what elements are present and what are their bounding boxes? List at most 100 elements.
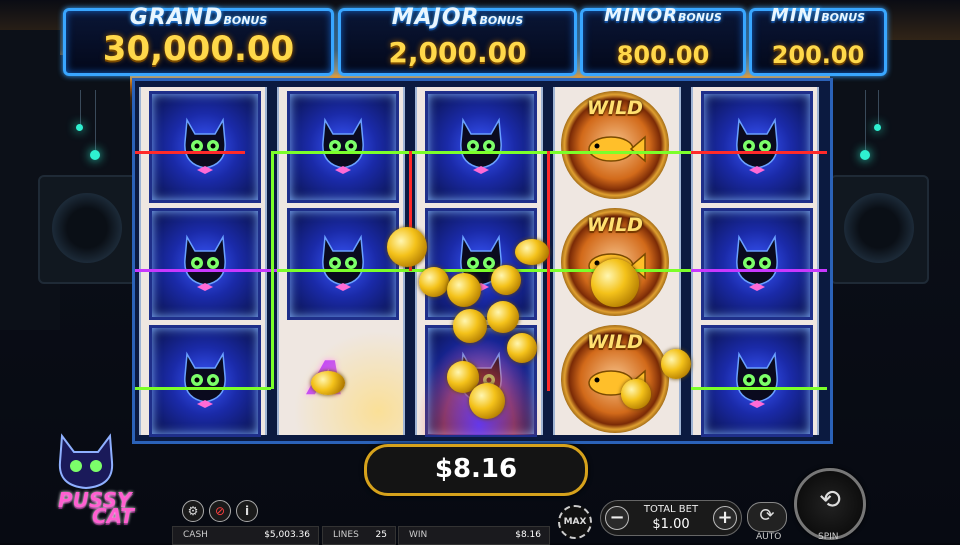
lamp-wire — [95, 90, 96, 150]
payline-green-bottom-right — [691, 387, 827, 390]
payline-red-right — [691, 151, 827, 154]
payline-green-bottom — [135, 387, 271, 390]
jackpot-major-bonus-label: BONUS — [479, 14, 524, 27]
status-bar: CASH $5,003.36 LINES 25 WIN $8.16 — [172, 526, 550, 545]
black-cat-icon — [322, 234, 364, 291]
total-bet-value: $1.00 — [652, 517, 690, 532]
jackpot-mini-bonus-label: BONUS — [821, 11, 866, 24]
jackpot-minor-value: 800.00 — [616, 41, 710, 69]
auto-spin-button[interactable]: ⟳ — [747, 502, 787, 532]
lines-value: 25 — [375, 530, 387, 540]
jackpot-grand-label: GRAND — [129, 5, 224, 30]
increase-bet-button[interactable]: + — [713, 506, 737, 530]
win-amount-display: $8.16 — [364, 444, 588, 496]
payline-purple-right — [691, 269, 827, 272]
black-cat-icon — [184, 117, 226, 174]
wild-label: WILD — [587, 331, 643, 353]
reel-5 — [691, 87, 819, 437]
max-bet-button[interactable]: MAX — [558, 505, 592, 539]
wild-symbol: WILD — [561, 325, 669, 433]
gold-coin — [515, 239, 549, 265]
total-bet-control: − TOTAL BET $1.00 + — [600, 500, 742, 536]
settings-icon[interactable]: ⚙ — [182, 500, 204, 522]
cash-cell: CASH $5,003.36 — [172, 526, 319, 545]
black-cat-icon — [736, 117, 778, 174]
hanging-lamp — [874, 124, 881, 131]
cat-logo-icon — [58, 433, 114, 490]
jackpot-grand-bonus-label: BONUS — [223, 14, 268, 27]
hanging-lamp — [76, 124, 83, 131]
lamp-wire — [878, 90, 879, 126]
logo-text-cat: CAT — [92, 504, 134, 528]
cat-symbol — [287, 208, 399, 320]
black-cat-icon — [736, 234, 778, 291]
gold-coin — [419, 267, 449, 297]
jackpot-mini: MINIBONUS 200.00 — [749, 5, 887, 76]
spin-button[interactable]: ⟲ — [794, 468, 866, 540]
spin-icon: ⟲ — [819, 485, 841, 515]
cat-symbol — [149, 325, 261, 437]
black-cat-icon — [460, 117, 502, 174]
cash-label: CASH — [183, 530, 208, 540]
spin-label: SPIN — [818, 532, 839, 542]
black-cat-icon — [736, 351, 778, 408]
hanging-lamp — [90, 150, 100, 160]
cat-symbol — [287, 91, 399, 203]
jackpot-minor: MINORBONUS 800.00 — [580, 5, 746, 76]
reel-1 — [139, 87, 267, 437]
win-value: $8.16 — [515, 530, 541, 540]
goldfish-icon — [588, 135, 646, 163]
gold-coin — [591, 259, 639, 307]
black-cat-icon — [184, 234, 226, 291]
payline-vertical — [271, 151, 274, 389]
reel-grid: A WILD WILD WILD — [132, 78, 833, 444]
payline-purple — [135, 269, 277, 272]
win-amount: $8.16 — [434, 454, 518, 484]
gold-coin — [661, 349, 691, 379]
payline-red — [135, 151, 245, 154]
jackpot-major-value: 2,000.00 — [388, 36, 527, 69]
wild-label: WILD — [587, 97, 643, 119]
gold-coin — [469, 383, 505, 419]
gold-coin — [447, 273, 481, 307]
jackpot-grand-value: 30,000.00 — [102, 29, 295, 69]
sound-mute-icon[interactable]: ⊘ — [209, 500, 231, 522]
total-bet-label: TOTAL BET — [643, 504, 699, 515]
auto-label: AUTO — [756, 532, 782, 542]
gold-coin — [621, 379, 651, 409]
gold-coin — [311, 371, 345, 395]
payline-vertical — [547, 151, 550, 391]
cat-symbol — [701, 325, 813, 437]
gold-coin — [453, 309, 487, 343]
gold-coin — [507, 333, 537, 363]
black-cat-icon — [184, 351, 226, 408]
lamp-wire — [80, 90, 81, 128]
jackpot-grand: GRANDBONUS 30,000.00 — [63, 5, 334, 76]
jackpot-minor-label: MINOR — [604, 5, 679, 26]
cat-symbol — [701, 208, 813, 320]
cash-value: $5,003.36 — [264, 530, 310, 540]
jackpot-mini-label: MINI — [770, 5, 822, 26]
gold-coin — [491, 265, 521, 295]
hanging-lamp — [860, 150, 870, 160]
lines-label: LINES — [333, 530, 359, 540]
jackpot-major-label: MAJOR — [391, 5, 480, 30]
cat-symbol — [149, 91, 261, 203]
jackpot-mini-value: 200.00 — [771, 41, 865, 69]
wild-symbol: WILD — [561, 91, 669, 199]
info-icon[interactable]: i — [236, 500, 258, 522]
autoplay-icon: ⟳ — [759, 505, 775, 526]
gold-coin — [487, 301, 519, 333]
wild-label: WILD — [587, 214, 643, 236]
lamp-wire — [865, 90, 866, 150]
black-cat-icon — [322, 117, 364, 174]
cat-symbol — [149, 208, 261, 320]
cat-symbol — [701, 91, 813, 203]
speaker-left — [38, 175, 137, 284]
jackpot-minor-bonus-label: BONUS — [678, 11, 722, 24]
decrease-bet-button[interactable]: − — [605, 506, 629, 530]
game-logo: PUSSY CAT — [50, 430, 160, 530]
payline-green-top — [271, 151, 691, 154]
win-label: WIN — [409, 530, 428, 540]
win-cell: WIN $8.16 — [398, 526, 550, 545]
